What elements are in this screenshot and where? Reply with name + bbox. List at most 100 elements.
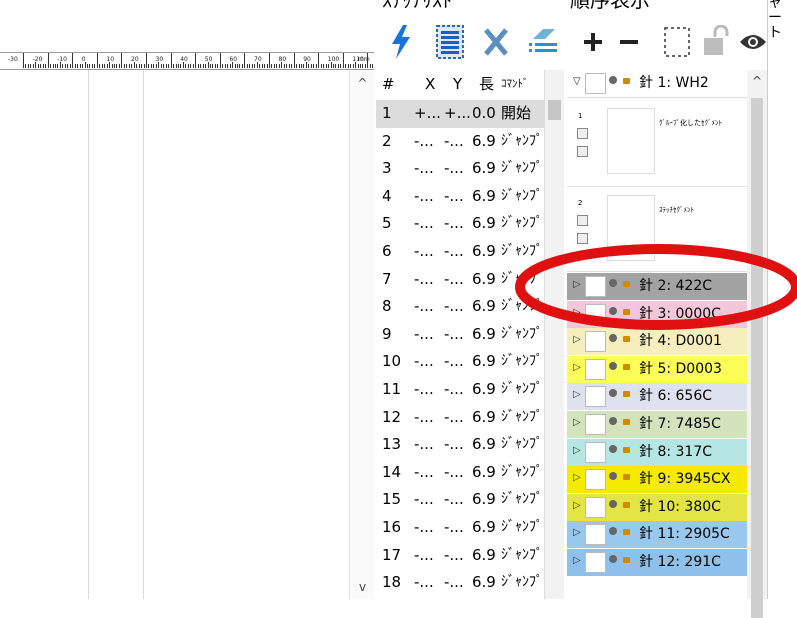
needle-row[interactable]: ▷ 針 11: 2905C (567, 521, 747, 550)
col-header-num[interactable]: # (382, 70, 395, 98)
expand-icon[interactable]: ▷ (573, 334, 581, 345)
stitch-row[interactable]: 5 -... -... 6.9 ｼﾞｬﾝﾌﾟ (376, 210, 544, 238)
stitch-row[interactable]: 4 -... -... 6.9 ｼﾞｬﾝﾌﾟ (376, 183, 544, 211)
eye-icon[interactable] (609, 555, 617, 563)
eye-icon[interactable] (609, 472, 617, 481)
stitch-row[interactable]: 11 -... -... 6.9 ｼﾞｬﾝﾌﾟ (376, 376, 544, 404)
expand-icon[interactable]: ▷ (573, 472, 581, 483)
stitch-row[interactable]: 16 -... -... 6.9 ｼﾞｬﾝﾌﾟ (376, 514, 544, 542)
scroll-thumb[interactable] (548, 100, 561, 120)
stitch-row[interactable]: 1 +... +... 0.0 開始 (376, 100, 544, 128)
expand-icon[interactable]: ▷ (573, 445, 581, 456)
row-length: 6.9 (472, 462, 496, 481)
eye-icon[interactable] (736, 22, 770, 62)
ruler-minor-tick (325, 64, 327, 68)
segment-group-grouped[interactable]: 1 ｸﾞﾙｰﾌﾟ化したｾｸﾞﾒﾝﾄ (567, 98, 747, 187)
needle-row[interactable]: ▷ 針 12: 291C (567, 549, 747, 577)
row-command: ｼﾞｬﾝﾌﾟ (501, 436, 543, 453)
scroll-thumb[interactable] (751, 98, 763, 618)
eye-icon[interactable] (609, 499, 617, 508)
ruler-minor-tick (197, 64, 199, 68)
list-icon[interactable] (434, 22, 466, 62)
eye-icon[interactable] (609, 334, 617, 343)
lightning-icon[interactable] (386, 22, 416, 62)
row-x: -... (414, 324, 434, 343)
ruler-minor-tick (251, 64, 253, 68)
stitch-row[interactable]: 18 -... -... 6.9 ｼﾞｬﾝﾌﾟ (376, 569, 544, 597)
eye-icon[interactable] (609, 76, 617, 84)
needle-row[interactable]: ▷ 針 5: D0003 (567, 355, 747, 384)
ruler-minor-tick (37, 64, 39, 68)
row-num: 13 (382, 435, 402, 454)
ruler-minor-tick (148, 64, 150, 68)
stitch-row[interactable]: 2 -... -... 6.9 ｼﾞｬﾝﾌﾟ (376, 128, 544, 156)
expand-icon[interactable]: ▷ (573, 362, 581, 373)
minus-icon[interactable] (616, 22, 642, 62)
plus-icon[interactable] (580, 22, 606, 62)
canvas-scrollbar[interactable]: ^ v (349, 70, 374, 599)
side-tab-label[interactable]: ャート (768, 0, 786, 41)
eye-icon[interactable] (609, 417, 617, 425)
lock-icon[interactable] (623, 446, 630, 453)
stitch-row[interactable]: 14 -... -... 6.9 ｼﾞｬﾝﾌﾟ (376, 459, 544, 487)
expand-icon[interactable]: ▷ (573, 417, 581, 428)
needle-row[interactable]: ▷ 針 7: 7485C (567, 411, 747, 439)
design-canvas[interactable]: -30 -20 -10 0 10 20 30 40 50 60 70 80 90 100 110 mm ^ v (0, 0, 374, 599)
stitch-row[interactable]: 17 -... -... 6.9 ｼﾞｬﾝﾌﾟ (376, 542, 544, 570)
eye-icon[interactable] (609, 361, 617, 370)
row-x: -... (414, 490, 434, 509)
lock-icon[interactable] (623, 419, 630, 425)
collapse-icon[interactable]: ▽ (573, 76, 581, 87)
expand-icon[interactable]: ▷ (573, 389, 581, 400)
lock-icon[interactable] (623, 78, 630, 84)
ruler-minor-tick (30, 64, 32, 68)
lock-icon[interactable] (623, 529, 630, 536)
lock-icon[interactable] (623, 391, 630, 398)
needle-row[interactable]: ▷ 針 8: 317C (567, 438, 747, 467)
scroll-down-icon[interactable]: v (350, 580, 374, 594)
stitch-row[interactable]: 15 -... -... 6.9 ｼﾞｬﾝﾌﾟ (376, 486, 544, 514)
scroll-up-icon[interactable]: ^ (747, 74, 767, 88)
lock-icon[interactable] (623, 474, 630, 481)
stitch-row[interactable]: 12 -... -... 6.9 ｼﾞｬﾝﾌﾟ (376, 404, 544, 432)
eye-icon[interactable] (609, 444, 617, 453)
needle-row-first[interactable]: ▽ 針 1: WH2 (567, 70, 747, 98)
select-rect-icon[interactable] (662, 22, 692, 62)
eye-icon[interactable] (577, 128, 588, 139)
col-header-command[interactable]: ｺﾏﾝﾄﾞ (501, 70, 529, 98)
expand-icon[interactable]: ▷ (573, 500, 581, 511)
lock-icon[interactable] (623, 336, 630, 343)
stitch-row[interactable]: 13 -... -... 6.9 ｼﾞｬﾝﾌﾟ (376, 431, 544, 459)
expand-icon[interactable]: ▷ (573, 555, 581, 566)
ruler-minor-tick (192, 64, 194, 68)
eye-icon[interactable] (577, 215, 588, 226)
needle-row[interactable]: ▷ 針 9: 3945CX (567, 466, 747, 495)
eye-icon[interactable] (609, 527, 617, 536)
row-y: -... (444, 352, 464, 371)
lock-icon[interactable] (700, 22, 730, 62)
delete-x-icon[interactable] (482, 22, 510, 62)
row-x: -... (414, 214, 434, 233)
col-header-y[interactable]: Y (453, 70, 462, 98)
lock-icon[interactable] (623, 557, 630, 563)
needle-row[interactable]: ▷ 針 10: 380C (567, 493, 747, 522)
eye-icon[interactable] (609, 389, 617, 398)
ruler-minor-tick (138, 64, 140, 68)
col-header-x[interactable]: X (425, 70, 435, 98)
expand-icon[interactable]: ▷ (573, 527, 581, 538)
scroll-up-icon[interactable]: ^ (350, 76, 374, 90)
ruler-label: -30 (8, 56, 18, 63)
ruler-minor-tick (300, 64, 302, 68)
needle-row[interactable]: ▷ 針 6: 656C (567, 383, 747, 412)
lock-icon[interactable] (577, 146, 588, 157)
stitch-row[interactable]: 3 -... -... 6.9 ｼﾞｬﾝﾌﾟ (376, 155, 544, 183)
needle-label: 針 8: 317C (639, 443, 713, 460)
ruler-minor-tick (123, 64, 125, 68)
lock-icon[interactable] (623, 363, 630, 370)
lock-icon[interactable] (623, 501, 630, 508)
stitch-row[interactable]: 10 -... -... 6.9 ｼﾞｬﾝﾌﾟ (376, 348, 544, 376)
row-y: -... (444, 435, 464, 454)
col-header-length[interactable]: 長 (479, 70, 494, 98)
reorder-icon[interactable] (526, 22, 562, 62)
row-length: 6.9 (472, 573, 496, 592)
